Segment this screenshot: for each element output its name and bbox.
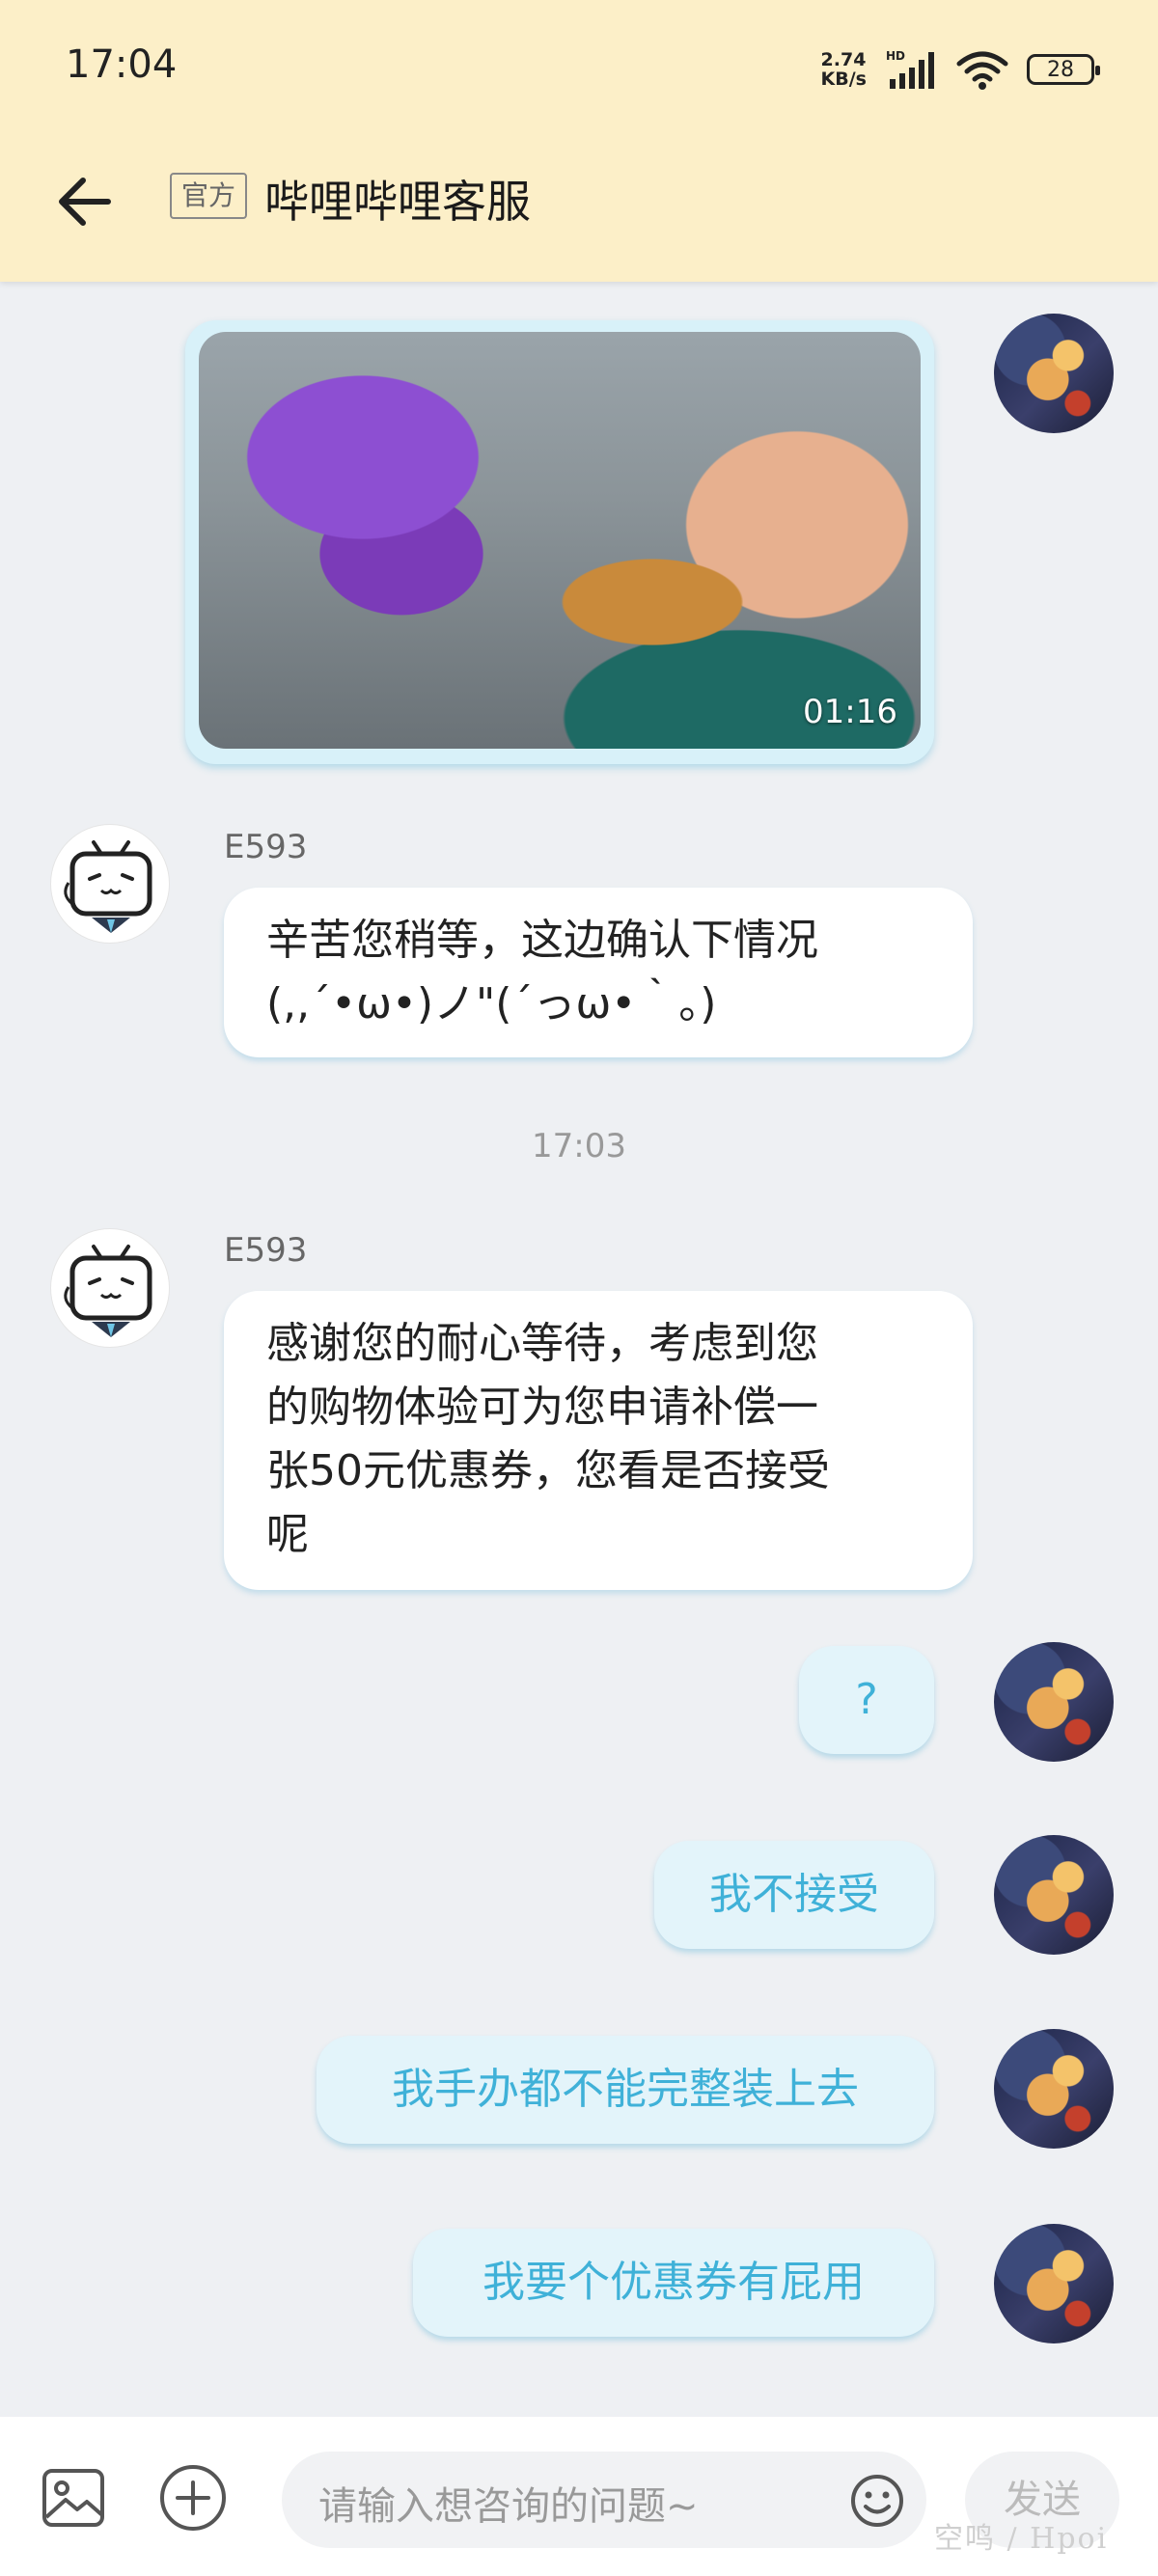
image-picker-icon[interactable]: [39, 2463, 108, 2533]
service-message: 辛苦您稍等，这边确认下情况 (,,´•ω•)ノ"(´っω•｀。): [224, 888, 973, 1057]
user-avatar[interactable]: [994, 314, 1114, 433]
signal-icon: HD: [886, 49, 934, 89]
service-message: 感谢您的耐心等待，考虑到您 的购物体验可为您申请补偿一 张50元优惠券，您看是否…: [224, 1291, 973, 1590]
user-avatar[interactable]: [994, 2224, 1114, 2343]
top-bar: 17:04 2.74 KB/s HD 28 官方 哔哩哔哩客服: [0, 0, 1158, 282]
video-duration: 01:16: [803, 693, 897, 731]
back-arrow-icon[interactable]: [48, 163, 125, 240]
user-message: 我要个优惠券有屁用: [413, 2229, 934, 2337]
service-avatar[interactable]: [50, 824, 170, 944]
message-input[interactable]: 请输入想咨询的问题~: [282, 2452, 926, 2548]
message-text: 辛苦您稍等，这边确认下情况: [266, 916, 818, 965]
watermark: 空鸣 / Hpoi: [934, 2522, 1109, 2556]
network-speed: 2.74 KB/s: [821, 50, 867, 89]
message-text: 呢: [266, 1510, 309, 1559]
status-bar: 17:04 2.74 KB/s HD 28: [0, 0, 1158, 140]
message-text: 感谢您的耐心等待，考虑到您: [266, 1319, 818, 1368]
chat-timestamp: 17:03: [532, 1127, 626, 1165]
sender-name: E593: [224, 828, 308, 866]
battery-icon: 28: [1027, 54, 1100, 85]
sender-name: E593: [224, 1231, 308, 1270]
message-text: 张50元优惠券，您看是否接受: [266, 1446, 830, 1495]
status-time: 17:04: [66, 42, 178, 87]
message-text: (,,´•ω•)ノ"(´っω•｀。): [266, 979, 717, 1028]
status-icons: 2.74 KB/s HD 28: [821, 42, 1100, 96]
service-avatar[interactable]: [50, 1228, 170, 1348]
user-message: ?: [799, 1646, 934, 1754]
chat-header: 官方 哔哩哔哩客服: [0, 140, 1158, 282]
user-avatar[interactable]: [994, 1835, 1114, 1955]
official-badge: 官方: [170, 173, 248, 219]
user-avatar[interactable]: [994, 2029, 1114, 2149]
video-thumbnail[interactable]: 01:16: [199, 332, 921, 749]
add-icon[interactable]: [158, 2463, 228, 2533]
page-title: 哔哩哔哩客服: [264, 176, 531, 228]
tv-mascot-icon: [64, 840, 152, 933]
user-avatar[interactable]: [994, 1642, 1114, 1762]
tv-mascot-icon: [64, 1245, 152, 1337]
network-speed-value: 2.74: [820, 49, 867, 70]
network-speed-unit: KB/s: [820, 69, 867, 90]
emoji-icon[interactable]: [849, 2473, 905, 2529]
message-text: 的购物体验可为您申请补偿一: [266, 1383, 818, 1432]
input-placeholder: 请输入想咨询的问题~: [318, 2484, 699, 2529]
wifi-icon: [956, 51, 1008, 90]
video-message[interactable]: 01:16: [185, 320, 934, 764]
user-message: 我不接受: [654, 1841, 934, 1949]
user-message: 我手办都不能完整装上去: [317, 2036, 934, 2144]
network-label: HD: [886, 49, 905, 63]
